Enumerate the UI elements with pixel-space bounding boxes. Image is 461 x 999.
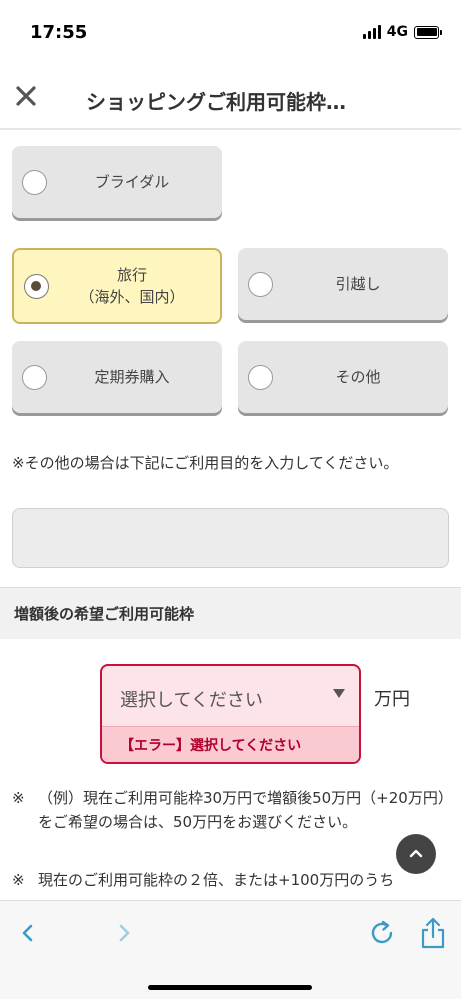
network-type: 4G [386,24,408,40]
dropdown-arrow-icon [333,689,345,698]
note-mark: ※ [12,789,25,807]
section-title: 増額後の希望ご利用可能枠 [14,605,195,623]
error-text: 【エラー】選択してください [120,738,302,754]
status-indicators: 4G [362,24,442,40]
option-label: 引越し [335,275,381,293]
note-text: 現在のご利用可能枠の２倍、または+100万円のうち [38,871,395,889]
note-text: （例）現在ご利用可能枠30万円で増額後50万円（+20万円）をご希望の場合は、5… [38,789,453,831]
option-label: 旅行 （海外、国内） [79,266,185,306]
radio-moving[interactable] [248,272,273,297]
amount-select[interactable]: 選択してください 【エラー】選択してください [100,664,361,764]
page-title: ショッピングご利用可能枠… [86,90,346,114]
radio-travel[interactable] [24,274,49,299]
scroll-to-top-button[interactable] [396,834,436,874]
forward-button[interactable] [104,913,144,953]
home-indicator [148,985,312,990]
form-content: ブライダル 旅行 （海外、国内） 引越し 定期券購入 その他 ※その他の場合は下… [0,132,461,900]
option-moving[interactable]: 引越し [238,248,448,320]
signal-icon [362,25,381,39]
amount-select-value: 選択してください [120,690,263,711]
option-travel[interactable]: 旅行 （海外、国内） [12,248,222,324]
battery-icon [414,25,442,39]
other-purpose-input[interactable] [12,508,449,568]
status-time: 17:55 [30,22,88,43]
option-label: ブライダル [94,173,170,191]
option-other[interactable]: その他 [238,341,448,413]
option-bridal[interactable]: ブライダル [12,146,222,218]
close-button[interactable] [10,80,42,112]
chevron-up-icon [409,849,423,858]
note-item: ※ 現在のご利用可能枠の２倍、または+100万円のうち [12,868,452,892]
back-button[interactable] [8,913,48,953]
other-purpose-note: ※その他の場合は下記にご利用目的を入力してください。 [12,454,399,472]
share-icon [421,917,445,949]
note-mark: ※ [12,871,25,889]
nav-header: ショッピングご利用可能枠… [0,68,461,130]
close-icon [16,86,36,106]
reload-icon [371,920,393,944]
option-label: 定期券購入 [94,368,170,386]
note-item: ※ （例）現在ご利用可能枠30万円で増額後50万円（+20万円）をご希望の場合は… [12,786,453,866]
chevron-right-icon [119,924,130,942]
radio-bridal[interactable] [22,170,47,195]
option-label: その他 [335,368,381,386]
amount-error-message: 【エラー】選択してください [102,726,359,762]
amount-unit: 万円 [374,689,410,710]
option-commuter-pass[interactable]: 定期券購入 [12,341,222,413]
reload-button[interactable] [362,913,402,953]
section-header: 増額後の希望ご利用可能枠 [0,587,461,639]
chevron-left-icon [22,924,33,942]
radio-commuter-pass[interactable] [22,365,47,390]
share-button[interactable] [413,913,453,953]
radio-other[interactable] [248,365,273,390]
status-bar: 17:55 4G [0,0,461,68]
